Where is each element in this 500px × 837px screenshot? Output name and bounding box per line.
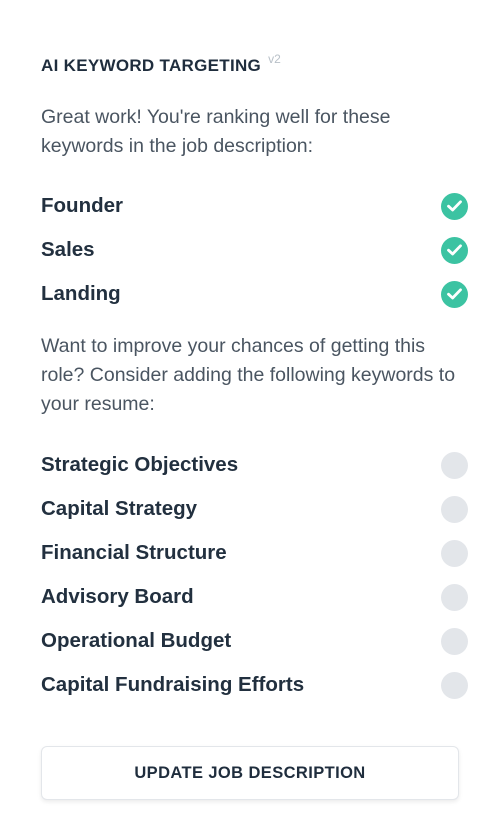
suggested-keyword-item: Capital Strategy — [41, 487, 468, 531]
matched-keyword-item: Sales — [41, 228, 468, 272]
suggest-intro-text: Want to improve your chances of getting … — [41, 335, 456, 415]
keyword-label: Capital Strategy — [41, 497, 198, 520]
matched-keyword-item: Founder — [41, 184, 468, 228]
matched-intro-text: Great work! You're ranking well for thes… — [41, 106, 391, 157]
suggested-keyword-list: Strategic Objectives Capital Strategy Fi… — [41, 443, 468, 707]
suggested-keyword-item: Advisory Board — [41, 575, 468, 619]
keyword-targeting-panel: AI KEYWORD TARGETING v2 Great work! You'… — [0, 0, 500, 837]
empty-circle-icon — [441, 671, 468, 699]
suggested-keyword-item: Operational Budget — [41, 619, 468, 663]
keyword-label: Advisory Board — [41, 585, 194, 608]
update-job-description-button[interactable]: UPDATE JOB DESCRIPTION — [41, 746, 459, 800]
keyword-label: Strategic Objectives — [41, 453, 239, 476]
keyword-label: Financial Structure — [41, 541, 227, 564]
suggested-keyword-item: Financial Structure — [41, 531, 468, 575]
suggested-keyword-item: Capital Fundraising Efforts — [41, 663, 468, 707]
keyword-label: Capital Fundraising Efforts — [41, 673, 305, 696]
matched-keyword-list: Founder Sales Landing — [41, 184, 468, 316]
suggested-keyword-item: Strategic Objectives — [41, 443, 468, 487]
empty-circle-icon — [441, 495, 468, 523]
check-circle-icon — [441, 236, 468, 264]
panel-header: AI KEYWORD TARGETING v2 — [41, 52, 281, 80]
empty-circle-icon — [441, 451, 468, 479]
keyword-label: Landing — [41, 282, 121, 305]
empty-circle-icon — [441, 583, 468, 611]
keyword-label: Operational Budget — [41, 629, 232, 652]
check-circle-icon — [441, 192, 468, 220]
empty-circle-icon — [441, 627, 468, 655]
keyword-label: Sales — [41, 238, 95, 261]
check-circle-icon — [441, 280, 468, 308]
empty-circle-icon — [441, 539, 468, 567]
version-tag: v2 — [268, 52, 281, 66]
matched-keyword-item: Landing — [41, 272, 468, 316]
keyword-label: Founder — [41, 194, 123, 217]
panel-title: AI KEYWORD TARGETING — [41, 56, 262, 75]
